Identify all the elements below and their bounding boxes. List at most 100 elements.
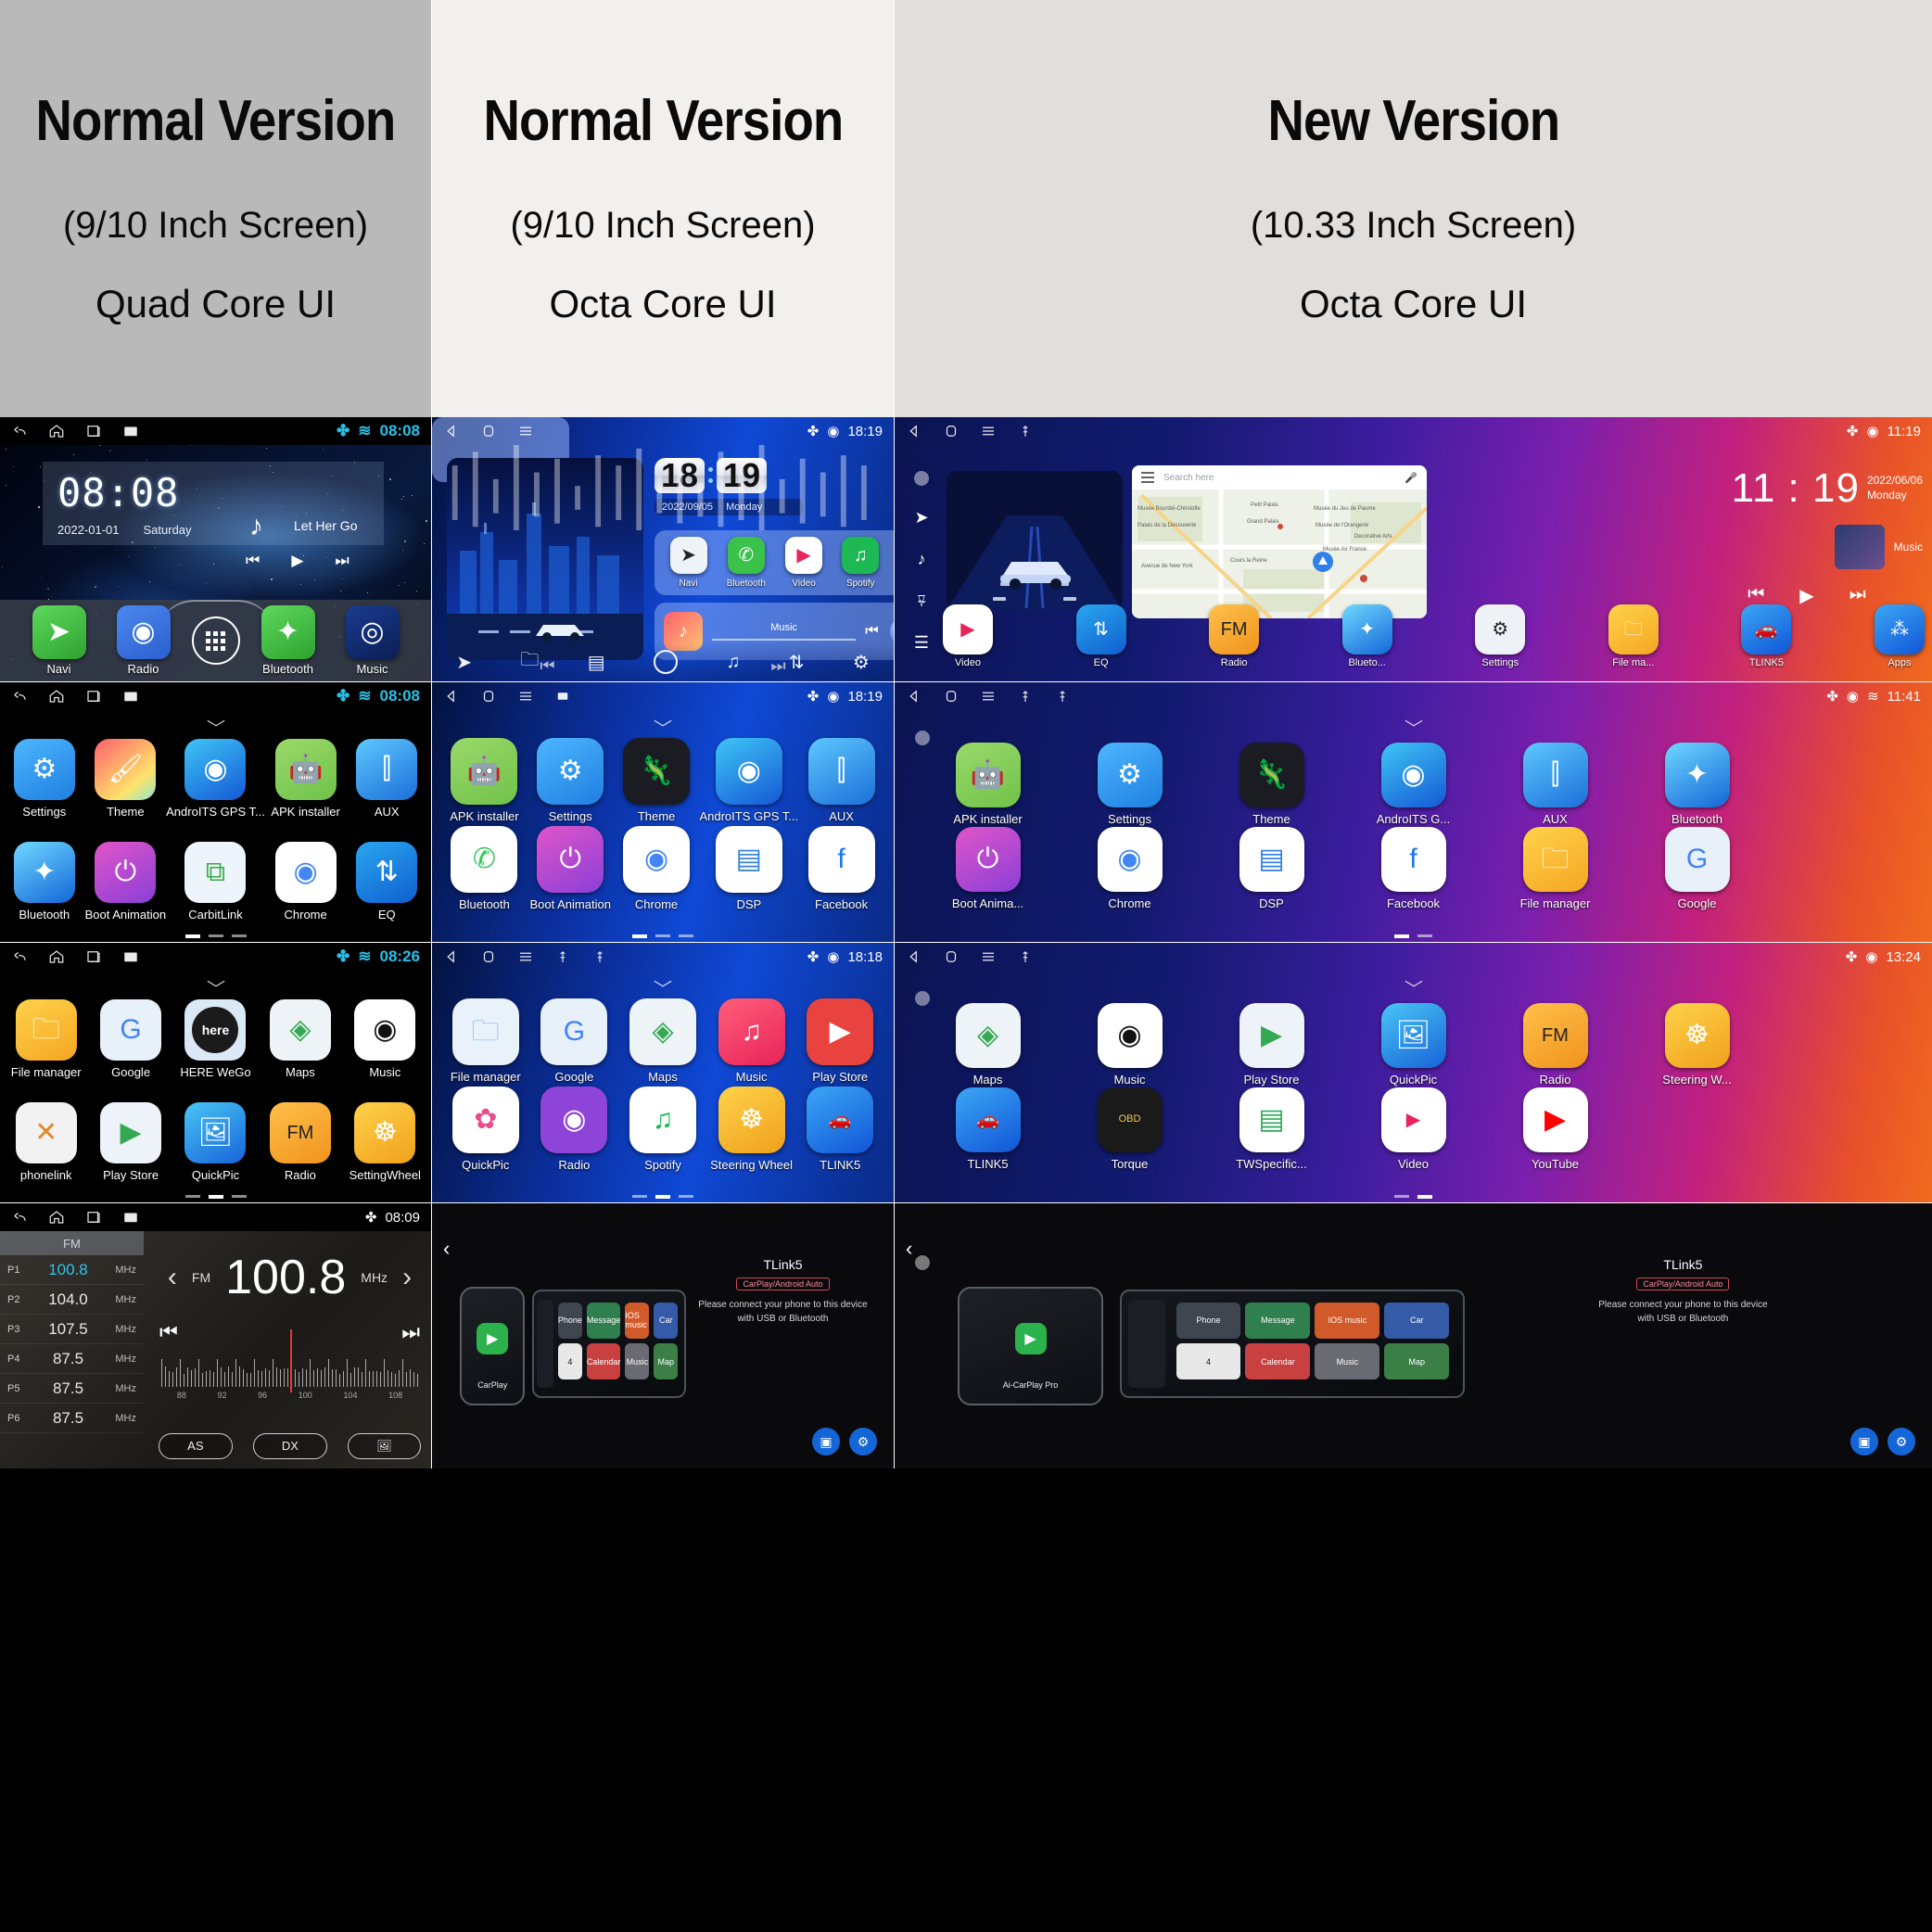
pulldown-handle-icon[interactable]: [1404, 976, 1424, 985]
app-play-store[interactable]: ▶ Play Store: [88, 1090, 172, 1193]
app-chrome[interactable]: ◉ Chrome: [614, 824, 700, 912]
app-maps[interactable]: ◈ Maps: [917, 1002, 1059, 1087]
menu-icon[interactable]: [980, 688, 997, 705]
back-icon[interactable]: [11, 688, 28, 705]
app-tlink5[interactable]: 🚗 TLINK5: [795, 1085, 884, 1173]
app-theme[interactable]: 🦎 Theme: [614, 736, 700, 824]
menu-icon[interactable]: [1141, 472, 1154, 483]
auto-scan-button[interactable]: AS: [159, 1433, 232, 1459]
app-boot-animation[interactable]: ⏻ Boot Animation: [527, 824, 614, 912]
menu-icon[interactable]: [517, 688, 534, 705]
app-here-wego[interactable]: here HERE WeGo: [173, 987, 258, 1090]
tune-up-button[interactable]: ›: [402, 1262, 412, 1293]
app-aux[interactable]: ⫿ AUX: [798, 736, 884, 824]
home-icon[interactable]: [48, 423, 65, 439]
home-icon[interactable]: [943, 688, 960, 705]
preset-row[interactable]: P1 100.8 MHz: [0, 1255, 144, 1285]
app-bluetooth[interactable]: ✦ Bluetooth: [1626, 742, 1768, 826]
app-dsp[interactable]: ▤ DSP: [699, 824, 798, 912]
music-note-icon[interactable]: ♫: [726, 652, 740, 673]
app-boot-animation[interactable]: ⏻ Boot Anima...: [917, 826, 1059, 910]
next-track-icon[interactable]: ⏭: [335, 552, 349, 570]
tune-down-button[interactable]: ‹: [168, 1262, 177, 1293]
app-settings[interactable]: ⚙ Settings: [4, 727, 85, 830]
rail-knob[interactable]: [914, 471, 929, 486]
dock-item-video[interactable]: ▶ Video: [943, 604, 993, 668]
pulldown-handle-icon[interactable]: [653, 716, 673, 725]
app-chrome[interactable]: ◉ Chrome: [1059, 826, 1201, 910]
dock-item-apps[interactable]: ⁂ Apps: [1875, 604, 1925, 668]
menu-icon[interactable]: ☰: [914, 633, 929, 653]
app-radio[interactable]: ◉ Radio: [530, 1085, 619, 1173]
dx-local-button[interactable]: DX: [253, 1433, 327, 1459]
app-file-manager[interactable]: 🗀 File manager: [441, 997, 530, 1085]
tuning-dial[interactable]: 88 92 96 100 104 108: [161, 1335, 418, 1387]
back-icon[interactable]: ‹: [443, 1237, 450, 1261]
app-theme[interactable]: 🖌 Theme: [85, 727, 167, 830]
folder-icon[interactable]: 🗀: [520, 646, 539, 678]
dock-item-bluetooth[interactable]: ✦ Bluetooth: [252, 605, 324, 676]
volume-slider-icon[interactable]: ⍫: [917, 591, 927, 611]
app-twspecific[interactable]: ▤ TWSpecific...: [1201, 1087, 1342, 1171]
dock-item-settings[interactable]: ⚙ Settings: [1475, 604, 1525, 668]
music-widget[interactable]: Music: [1691, 525, 1923, 569]
app-quickpic[interactable]: ✿ QuickPic: [441, 1085, 530, 1173]
previous-track-icon[interactable]: ⏮: [865, 623, 878, 640]
back-icon[interactable]: [11, 1209, 28, 1226]
app-torque[interactable]: OBD Torque: [1059, 1087, 1201, 1171]
back-icon[interactable]: [906, 948, 922, 965]
car-illustration-card[interactable]: [947, 471, 1123, 610]
gear-icon[interactable]: ⚙: [849, 1428, 877, 1455]
home-icon[interactable]: [943, 948, 960, 965]
play-icon[interactable]: ▶: [291, 552, 303, 570]
app-facebook[interactable]: f Facebook: [1342, 826, 1484, 910]
app-gps-test[interactable]: ◉ AndroITS GPS T...: [699, 736, 798, 824]
back-icon[interactable]: [443, 948, 460, 965]
screenshot-icon[interactable]: [122, 948, 139, 965]
app-file-manager[interactable]: 🗀 File manager: [1484, 826, 1626, 910]
app-music[interactable]: ♫ Music: [707, 997, 796, 1085]
app-steering-wheel[interactable]: ☸ Steering W...: [1626, 1002, 1768, 1087]
app-theme[interactable]: 🦎 Theme: [1201, 742, 1342, 826]
recents-icon[interactable]: [85, 948, 102, 965]
screen-cast-icon[interactable]: ▣: [1850, 1428, 1878, 1455]
home-icon[interactable]: [48, 688, 65, 705]
pulldown-handle-icon[interactable]: [653, 976, 673, 985]
recents-icon[interactable]: [85, 1209, 102, 1226]
equalizer-icon[interactable]: ⇅: [789, 651, 805, 674]
back-icon[interactable]: [443, 688, 460, 705]
gear-icon[interactable]: ⚙: [1888, 1428, 1915, 1455]
home-icon[interactable]: [480, 948, 497, 965]
preset-row[interactable]: P2 104.0 MHz: [0, 1285, 144, 1315]
app-bluetooth[interactable]: ✦ Bluetooth: [4, 830, 85, 933]
back-icon[interactable]: [11, 948, 28, 965]
progress-bar[interactable]: [712, 639, 856, 641]
music-note-icon[interactable]: ♪: [918, 550, 926, 569]
home-icon[interactable]: [480, 688, 497, 705]
app-facebook[interactable]: f Facebook: [798, 824, 884, 912]
app-aux[interactable]: ⫿ AUX: [346, 727, 427, 830]
microphone-icon[interactable]: 🎤: [1405, 472, 1417, 484]
dock-item-radio[interactable]: FM Radio: [1209, 604, 1259, 668]
app-gps-test[interactable]: ◉ AndroITS G...: [1342, 742, 1484, 826]
app-settings[interactable]: ⚙ Settings: [527, 736, 614, 824]
screenshot-icon[interactable]: [554, 688, 571, 705]
previous-track-icon[interactable]: ⏮: [246, 552, 260, 570]
app-file-manager[interactable]: 🗀 File manager: [4, 987, 88, 1090]
app-gps-test[interactable]: ◉ AndroITS GPS T...: [166, 727, 265, 830]
dock-item-navi[interactable]: ➤ Navi: [23, 605, 95, 676]
app-youtube[interactable]: ▶ YouTube: [1484, 1087, 1626, 1171]
preset-row[interactable]: P4 87.5 MHz: [0, 1344, 144, 1374]
dock-item-eq[interactable]: ⇅ EQ: [1076, 604, 1126, 668]
app-maps[interactable]: ◈ Maps: [618, 997, 707, 1085]
app-tlink5[interactable]: 🚗 TLINK5: [917, 1087, 1059, 1171]
shortcut-navi[interactable]: ➤ Navi: [670, 537, 707, 589]
app-quickpic[interactable]: 🖼 QuickPic: [1342, 1002, 1484, 1087]
shortcut-spotify[interactable]: ♫ Spotify: [842, 537, 879, 589]
gear-icon[interactable]: ⚙: [853, 651, 870, 674]
app-steering-wheel[interactable]: ☸ Steering Wheel: [707, 1085, 796, 1173]
pulldown-handle-icon[interactable]: [206, 716, 226, 725]
dock-item-radio[interactable]: ◉ Radio: [108, 605, 180, 676]
back-icon[interactable]: [443, 423, 460, 439]
app-carbitlink[interactable]: ⧉ CarbitLink: [166, 830, 265, 933]
